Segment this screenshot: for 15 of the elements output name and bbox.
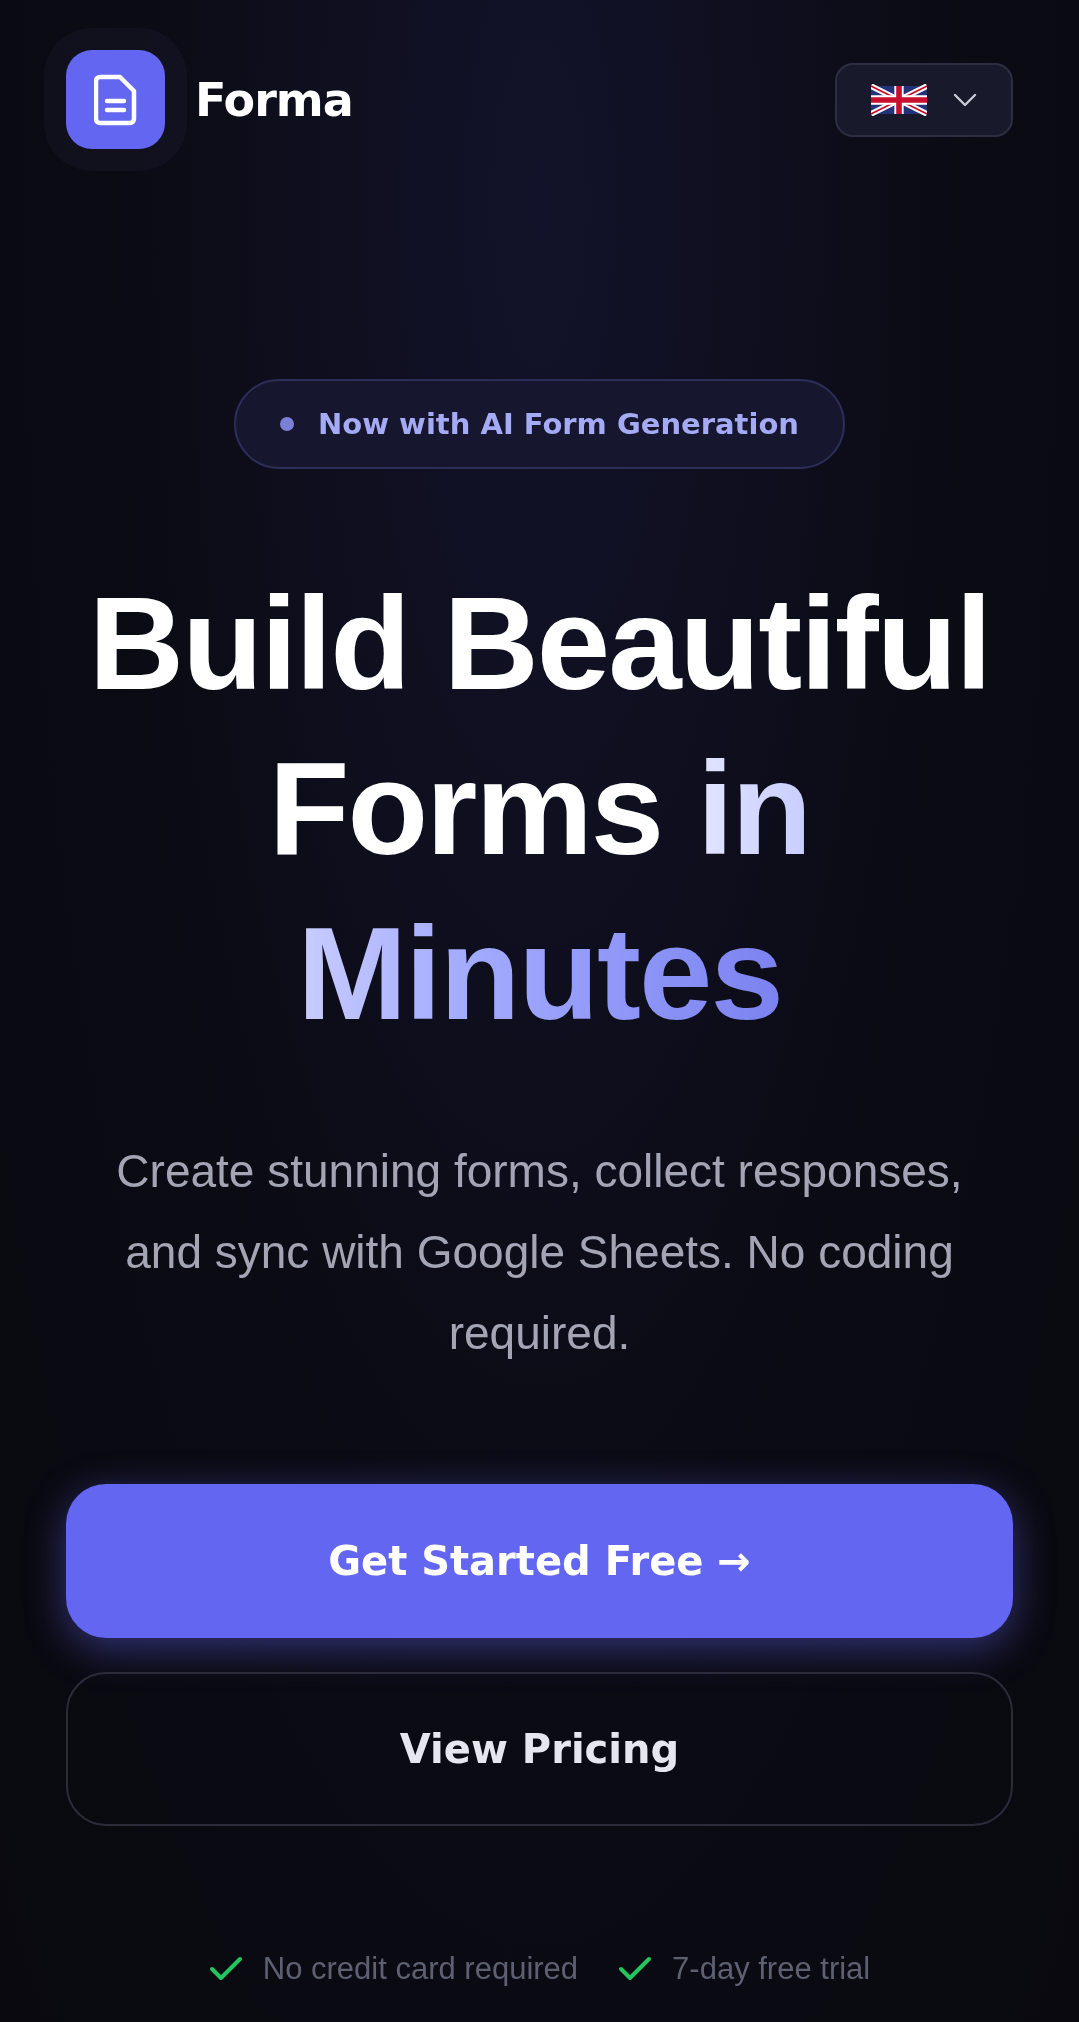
perk-text: 7-day free trial <box>672 1951 871 1987</box>
subtitle: Create stunning forms, collect responses, and sync with Google Sheets. No coding required. <box>115 1144 964 1361</box>
dot-icon <box>280 417 294 431</box>
language-selector[interactable] <box>835 62 1013 137</box>
get-started-button[interactable]: Get Started Free → <box>66 1484 1013 1638</box>
check-icon <box>618 1956 653 1982</box>
flag-icon <box>871 83 927 116</box>
perk-text: No credit card required <box>262 1951 579 1987</box>
check-icon <box>208 1956 243 1982</box>
chevron-down-icon <box>953 92 977 107</box>
logo-icon <box>66 50 165 149</box>
brand-name: Forma <box>195 72 353 127</box>
headline: Build Beautiful Forms in Minutes <box>87 569 992 1049</box>
view-pricing-button[interactable]: View Pricing <box>66 1672 1013 1826</box>
badge-text: Now with AI Form Generation <box>318 407 799 441</box>
